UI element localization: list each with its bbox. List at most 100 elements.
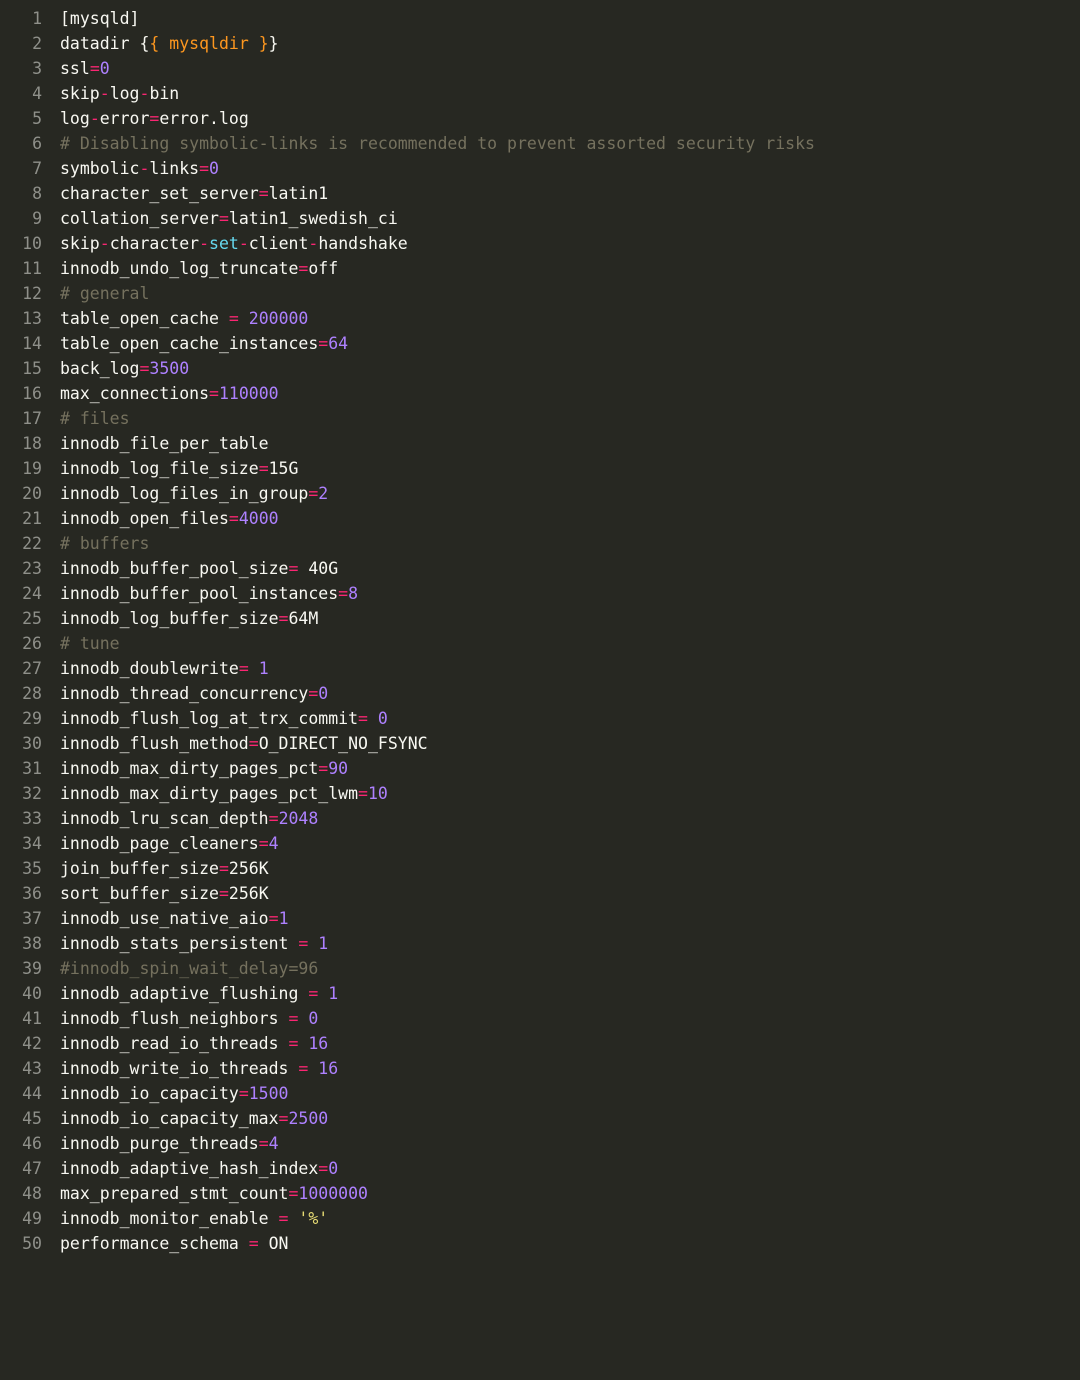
line-number: 50	[0, 1231, 42, 1256]
code-token: bin	[149, 84, 179, 103]
code-token: skip	[60, 84, 100, 103]
code-token: skip	[60, 234, 100, 253]
code-line[interactable]: innodb_monitor_enable = '%'	[60, 1206, 1080, 1231]
code-line[interactable]: innodb_doublewrite= 1	[60, 656, 1080, 681]
code-token: 16	[308, 1034, 328, 1053]
code-line[interactable]: symbolic-links=0	[60, 156, 1080, 181]
line-number: 15	[0, 356, 42, 381]
code-line[interactable]: ssl=0	[60, 56, 1080, 81]
code-line[interactable]: # files	[60, 406, 1080, 431]
code-token: =	[298, 1059, 308, 1078]
code-token: innodb_write_io_threads	[60, 1059, 298, 1078]
code-line[interactable]: innodb_undo_log_truncate=off	[60, 256, 1080, 281]
code-editor[interactable]: 1234567891011121314151617181920212223242…	[0, 0, 1080, 1256]
code-line[interactable]: innodb_read_io_threads = 16	[60, 1031, 1080, 1056]
line-number: 34	[0, 831, 42, 856]
code-line[interactable]: innodb_flush_log_at_trx_commit= 0	[60, 706, 1080, 731]
code-token	[298, 1034, 308, 1053]
code-line[interactable]: # general	[60, 281, 1080, 306]
code-token: 0	[308, 1009, 318, 1028]
code-line[interactable]: innodb_flush_method=O_DIRECT_NO_FSYNC	[60, 731, 1080, 756]
line-number: 35	[0, 856, 42, 881]
code-token	[308, 1059, 318, 1078]
code-area[interactable]: [mysqld]datadir {{ mysqldir }}ssl=0skip-…	[60, 6, 1080, 1256]
code-line[interactable]: # tune	[60, 631, 1080, 656]
code-token: =	[249, 734, 259, 753]
code-line[interactable]: innodb_page_cleaners=4	[60, 831, 1080, 856]
code-line[interactable]: innodb_max_dirty_pages_pct=90	[60, 756, 1080, 781]
code-token: =	[259, 184, 269, 203]
code-line[interactable]: innodb_buffer_pool_instances=8	[60, 581, 1080, 606]
line-number: 19	[0, 456, 42, 481]
code-line[interactable]: # buffers	[60, 531, 1080, 556]
code-token: =	[318, 334, 328, 353]
code-token: 90	[328, 759, 348, 778]
code-line[interactable]: innodb_log_file_size=15G	[60, 456, 1080, 481]
code-token: innodb_thread_concurrency	[60, 684, 308, 703]
code-token: innodb_flush_neighbors	[60, 1009, 288, 1028]
code-line[interactable]: innodb_log_files_in_group=2	[60, 481, 1080, 506]
code-line[interactable]: innodb_write_io_threads = 16	[60, 1056, 1080, 1081]
code-token: innodb_io_capacity	[60, 1084, 239, 1103]
code-line[interactable]: innodb_buffer_pool_size= 40G	[60, 556, 1080, 581]
code-line[interactable]: max_connections=110000	[60, 381, 1080, 406]
code-token: 0	[209, 159, 219, 178]
code-line[interactable]: table_open_cache_instances=64	[60, 331, 1080, 356]
code-line[interactable]: innodb_flush_neighbors = 0	[60, 1006, 1080, 1031]
code-line[interactable]: innodb_io_capacity_max=2500	[60, 1106, 1080, 1131]
code-line[interactable]: innodb_thread_concurrency=0	[60, 681, 1080, 706]
line-number: 5	[0, 106, 42, 131]
line-number: 2	[0, 31, 42, 56]
code-token: =	[318, 1159, 328, 1178]
code-line[interactable]: skip-log-bin	[60, 81, 1080, 106]
code-token: =	[279, 609, 289, 628]
code-line[interactable]: # Disabling symbolic-links is recommende…	[60, 131, 1080, 156]
code-line[interactable]: innodb_open_files=4000	[60, 506, 1080, 531]
code-token: join_buffer_size	[60, 859, 219, 878]
code-line[interactable]: join_buffer_size=256K	[60, 856, 1080, 881]
code-line[interactable]: back_log=3500	[60, 356, 1080, 381]
code-line[interactable]: innodb_use_native_aio=1	[60, 906, 1080, 931]
code-token: 0	[328, 1159, 338, 1178]
code-token	[239, 309, 249, 328]
code-line[interactable]: datadir {{ mysqldir }}	[60, 31, 1080, 56]
code-token: # tune	[60, 634, 120, 653]
code-line[interactable]: max_prepared_stmt_count=1000000	[60, 1181, 1080, 1206]
code-line[interactable]: skip-character-set-client-handshake	[60, 231, 1080, 256]
line-number: 18	[0, 431, 42, 456]
code-token: =	[288, 1184, 298, 1203]
code-line[interactable]: innodb_adaptive_hash_index=0	[60, 1156, 1080, 1181]
code-line[interactable]: innodb_adaptive_flushing = 1	[60, 981, 1080, 1006]
code-token: }	[259, 34, 269, 53]
code-token: error	[100, 109, 150, 128]
code-line[interactable]: #innodb_spin_wait_delay=96	[60, 956, 1080, 981]
code-line[interactable]: innodb_stats_persistent = 1	[60, 931, 1080, 956]
code-line[interactable]: innodb_log_buffer_size=64M	[60, 606, 1080, 631]
code-line[interactable]: [mysqld]	[60, 6, 1080, 31]
line-number: 39	[0, 956, 42, 981]
code-line[interactable]: character_set_server=latin1	[60, 181, 1080, 206]
code-token: =	[298, 934, 308, 953]
code-token: 1	[259, 659, 269, 678]
code-token: 0	[100, 59, 110, 78]
code-line[interactable]: performance_schema = ON	[60, 1231, 1080, 1256]
code-token: =	[358, 709, 368, 728]
code-token	[249, 659, 259, 678]
line-number: 47	[0, 1156, 42, 1181]
code-token: latin1_swedish_ci	[229, 209, 398, 228]
code-line[interactable]: innodb_max_dirty_pages_pct_lwm=10	[60, 781, 1080, 806]
code-line[interactable]: log-error=error.log	[60, 106, 1080, 131]
code-line[interactable]: sort_buffer_size=256K	[60, 881, 1080, 906]
line-number: 16	[0, 381, 42, 406]
code-token: =	[358, 784, 368, 803]
code-token: # Disabling symbolic-links is recommende…	[60, 134, 815, 153]
code-line[interactable]: innodb_file_per_table	[60, 431, 1080, 456]
code-line[interactable]: innodb_purge_threads=4	[60, 1131, 1080, 1156]
line-number: 27	[0, 656, 42, 681]
code-line[interactable]: table_open_cache = 200000	[60, 306, 1080, 331]
code-line[interactable]: innodb_lru_scan_depth=2048	[60, 806, 1080, 831]
code-token: =	[219, 209, 229, 228]
code-line[interactable]: collation_server=latin1_swedish_ci	[60, 206, 1080, 231]
code-line[interactable]: innodb_io_capacity=1500	[60, 1081, 1080, 1106]
code-token: innodb_log_file_size	[60, 459, 259, 478]
